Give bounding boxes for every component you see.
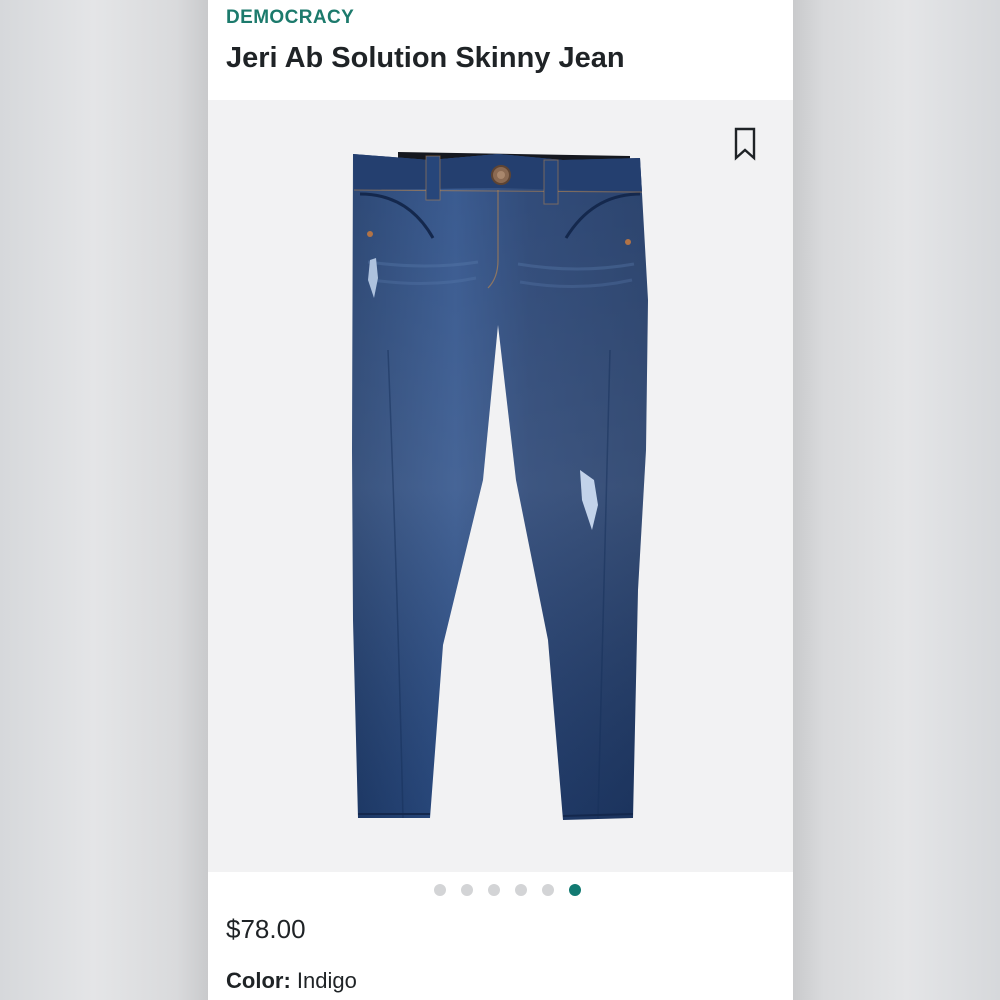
product-image-carousel[interactable] xyxy=(208,100,793,872)
carousel-dot-4[interactable] xyxy=(515,884,527,896)
carousel-dot-5[interactable] xyxy=(542,884,554,896)
carousel-dot-2[interactable] xyxy=(461,884,473,896)
product-card: DEMOCRACY Jeri Ab Solution Skinny Jean $… xyxy=(208,0,793,1000)
brand-name[interactable]: DEMOCRACY xyxy=(226,7,354,29)
color-label: Color: xyxy=(226,968,291,993)
carousel-indicator xyxy=(208,884,793,900)
color-value: Indigo xyxy=(296,968,357,993)
background-blur-right xyxy=(793,0,1000,1000)
background-blur-left xyxy=(0,0,208,1000)
carousel-dot-6-active[interactable] xyxy=(569,884,581,896)
product-image xyxy=(352,152,648,820)
carousel-dot-3[interactable] xyxy=(488,884,500,896)
product-title: Jeri Ab Solution Skinny Jean xyxy=(226,42,625,74)
color-selection: Color: Indigo xyxy=(226,968,357,994)
carousel-dot-1[interactable] xyxy=(434,884,446,896)
product-price: $78.00 xyxy=(226,914,306,944)
bookmark-icon[interactable] xyxy=(732,126,758,162)
